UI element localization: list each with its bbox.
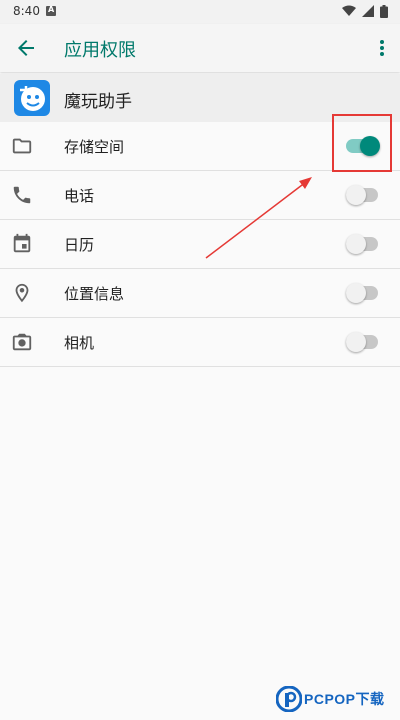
watermark: PCPOP下载	[276, 684, 400, 720]
permission-row-phone[interactable]: 电话	[0, 171, 400, 220]
page-title: 应用权限	[64, 40, 136, 61]
permission-row-calendar[interactable]: 日历	[0, 220, 400, 269]
location-toggle[interactable]	[346, 283, 378, 303]
phone-icon	[13, 186, 31, 204]
switch-thumb	[346, 332, 366, 352]
permission-label: 日历	[64, 236, 95, 254]
switch-thumb	[346, 234, 366, 254]
status-time: 8:40	[13, 4, 40, 18]
permission-label: 位置信息	[64, 285, 125, 303]
location-icon	[15, 283, 29, 303]
calendar-icon	[13, 233, 31, 253]
calendar-toggle[interactable]	[346, 234, 378, 254]
wifi-icon	[342, 5, 356, 16]
folder-icon	[12, 138, 32, 154]
annotation-highlight-box	[332, 114, 392, 172]
permission-row-camera[interactable]: 相机	[0, 318, 400, 367]
permission-label: 存储空间	[64, 138, 125, 156]
watermark-text: PCPOP下载	[304, 691, 385, 707]
signal-icon	[362, 5, 374, 17]
more-vert-icon[interactable]	[376, 36, 388, 60]
permission-label: 电话	[64, 187, 95, 205]
app-name: 魔玩助手	[64, 92, 132, 112]
status-icons	[342, 5, 388, 18]
camera-icon	[12, 333, 32, 351]
permission-label: 相机	[64, 334, 95, 352]
arrow-back-icon[interactable]	[14, 36, 38, 60]
switch-thumb	[346, 185, 366, 205]
camera-toggle[interactable]	[346, 332, 378, 352]
notification-a-icon: A	[46, 5, 56, 16]
status-bar: 8:40 A	[0, 0, 400, 24]
permission-row-location[interactable]: 位置信息	[0, 269, 400, 318]
phone-toggle[interactable]	[346, 185, 378, 205]
app-bar: 应用权限	[0, 24, 400, 72]
switch-thumb	[346, 283, 366, 303]
pcpop-logo-icon	[276, 686, 302, 712]
app-logo-icon	[14, 80, 50, 116]
battery-icon	[380, 5, 388, 18]
